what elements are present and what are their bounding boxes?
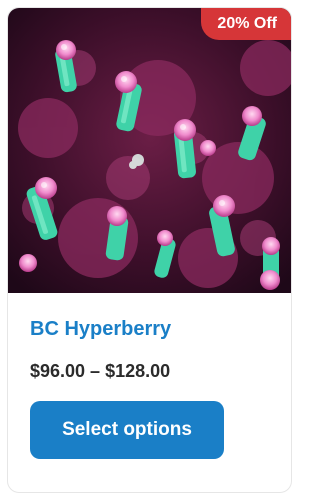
- price-range: $96.00 – $128.00: [30, 361, 171, 381]
- product-title[interactable]: BC Hyperberry: [30, 318, 171, 341]
- product-image[interactable]: [8, 8, 292, 293]
- product-card[interactable]: 20% Off BC Hyperberry $96.00 – $128.00 S…: [7, 7, 292, 493]
- sale-badge: 20% Off: [201, 8, 291, 40]
- select-options-button[interactable]: Select options: [30, 401, 224, 459]
